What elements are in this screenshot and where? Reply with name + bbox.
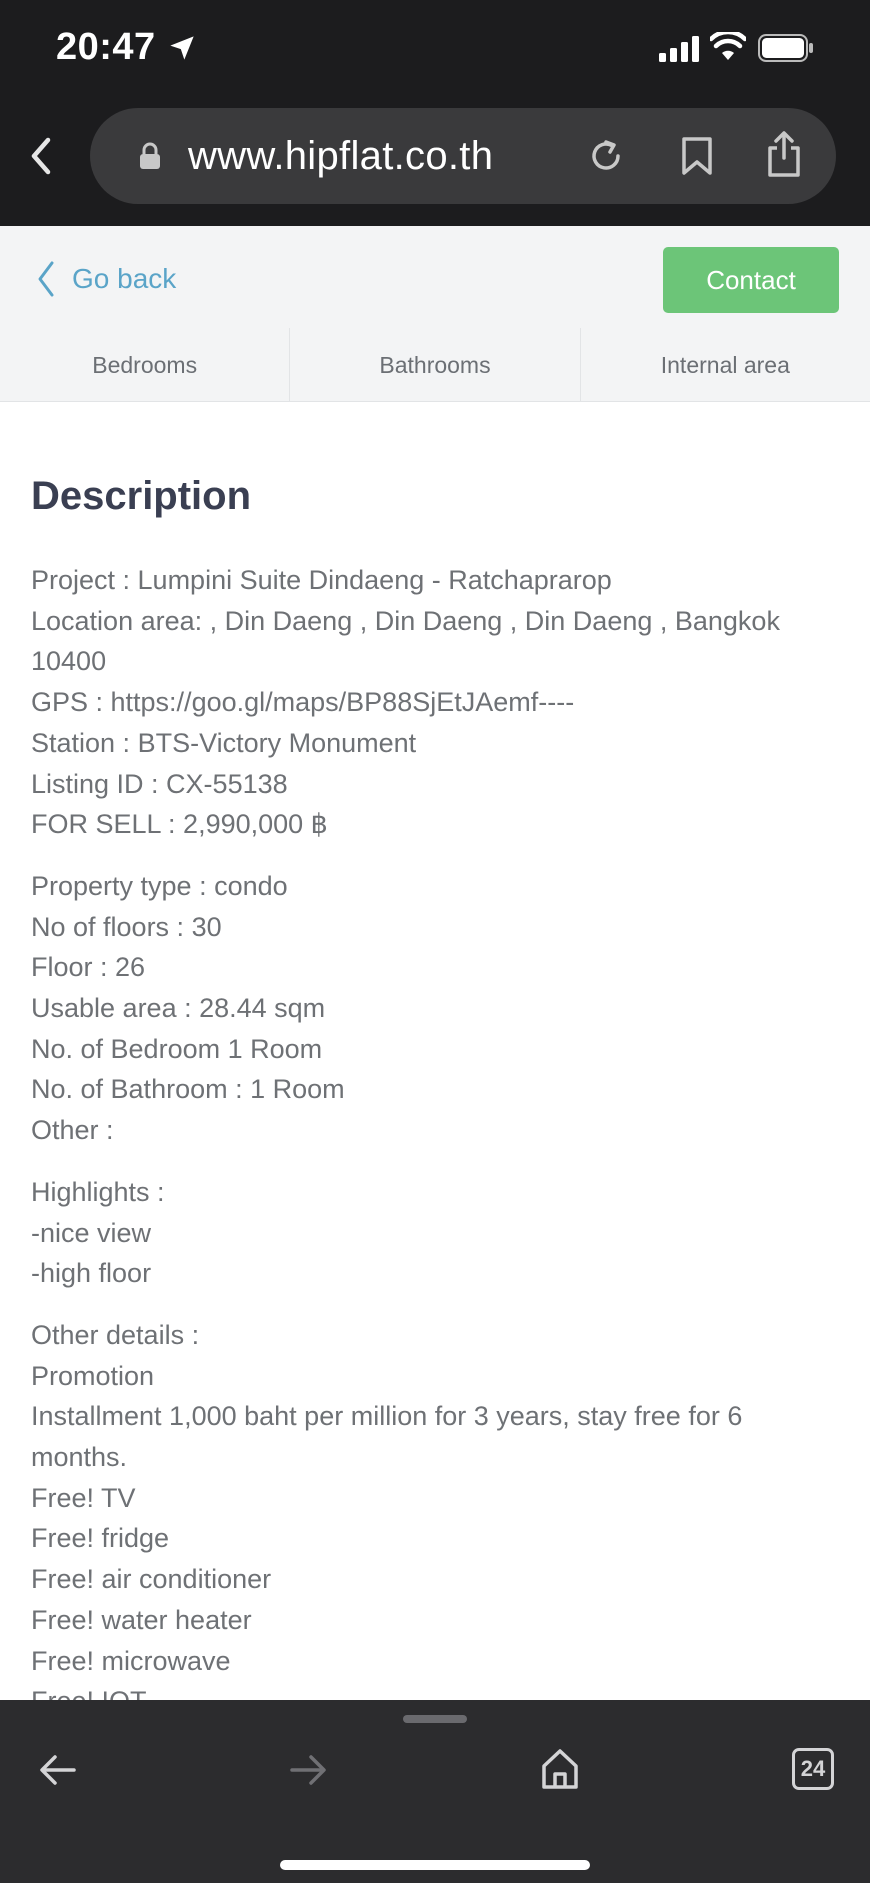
toolbar-grabber[interactable] bbox=[403, 1715, 467, 1723]
stat-bathrooms: Bathrooms bbox=[290, 328, 581, 402]
description-paragraph: Project : Lumpini Suite Dindaeng - Ratch… bbox=[31, 560, 841, 845]
description-line: Location area: , Din Daeng , Din Daeng ,… bbox=[31, 605, 780, 636]
description-line: -nice view bbox=[31, 1217, 152, 1248]
reload-icon[interactable] bbox=[586, 136, 626, 176]
description-line: FOR SELL : 2,990,000 ฿ bbox=[31, 809, 328, 840]
description-line: Station : BTS-Victory Monument bbox=[31, 727, 417, 758]
listing-header: Go back Contact Bedrooms Bathrooms Inter… bbox=[0, 226, 870, 402]
go-back-label[interactable]: Go back bbox=[72, 263, 176, 295]
description-line: Free! fridge bbox=[31, 1523, 170, 1554]
url-text[interactable]: www.hipflat.co.th bbox=[188, 134, 493, 179]
browser-back-chevron-icon[interactable] bbox=[26, 136, 58, 176]
description-paragraph: Other details : Promotion Installment 1,… bbox=[31, 1315, 841, 1702]
description-title: Description bbox=[31, 474, 252, 518]
chevron-left-icon bbox=[38, 261, 54, 297]
description-line: Installment 1,000 baht per million for 3… bbox=[31, 1401, 743, 1432]
description-line: Other details : bbox=[31, 1319, 200, 1350]
description-line: Floor : 26 bbox=[31, 952, 146, 983]
description-section: Description Project : Lumpini Suite Dind… bbox=[0, 402, 870, 1702]
stat-bedrooms: Bedrooms bbox=[0, 328, 291, 402]
description-line: Free! IOT bbox=[31, 1686, 147, 1702]
battery-icon bbox=[758, 34, 813, 62]
address-bar[interactable]: www.hipflat.co.th bbox=[90, 108, 836, 204]
description-line: Free! microwave bbox=[31, 1645, 231, 1676]
gps-link[interactable]: GPS : https://goo.gl/maps/BP88SjEtJAemf-… bbox=[31, 682, 841, 723]
browser-bottom-toolbar: 24 bbox=[0, 1700, 870, 1883]
lock-icon bbox=[140, 142, 160, 169]
wifi-icon bbox=[710, 32, 746, 60]
home-indicator bbox=[280, 1860, 590, 1870]
contact-button[interactable]: Contact bbox=[663, 247, 839, 313]
description-line: Listing ID : CX-55138 bbox=[31, 768, 288, 799]
description-line: No. of Bathroom : 1 Room bbox=[31, 1074, 345, 1105]
back-arrow-icon[interactable] bbox=[38, 1750, 78, 1790]
cellular-signal-icon bbox=[659, 36, 699, 62]
description-line: months. bbox=[31, 1442, 128, 1473]
location-arrow-icon bbox=[170, 36, 194, 60]
forward-arrow-icon[interactable] bbox=[288, 1750, 328, 1790]
description-line: Other : bbox=[31, 1115, 114, 1146]
property-stats-row: Bedrooms Bathrooms Internal area bbox=[0, 328, 870, 402]
tabs-button[interactable]: 24 bbox=[792, 1748, 834, 1790]
description-body: Project : Lumpini Suite Dindaeng - Ratch… bbox=[31, 560, 841, 1702]
description-line: 10400 bbox=[31, 646, 107, 677]
description-line: Highlights : bbox=[31, 1176, 165, 1207]
description-line: Usable area : 28.44 sqm bbox=[31, 993, 326, 1024]
browser-chrome: 20:47 www.hipflat.co.th bbox=[0, 0, 870, 226]
description-line: No of floors : 30 bbox=[31, 911, 222, 942]
description-line: Promotion bbox=[31, 1360, 155, 1391]
home-icon[interactable] bbox=[540, 1746, 580, 1790]
status-time: 20:47 bbox=[56, 26, 156, 68]
description-line: Project : Lumpini Suite Dindaeng - Ratch… bbox=[31, 565, 612, 595]
description-line: Free! water heater bbox=[31, 1604, 252, 1635]
go-back-link[interactable]: Go back bbox=[36, 260, 176, 298]
bookmark-icon[interactable] bbox=[680, 136, 714, 176]
description-line: Property type : condo bbox=[31, 870, 288, 901]
stat-internal-area: Internal area bbox=[660, 351, 790, 378]
status-bar: 20:47 bbox=[0, 0, 870, 100]
description-line: -high floor bbox=[31, 1258, 152, 1289]
share-icon[interactable] bbox=[766, 130, 802, 178]
description-paragraph: Property type : condo No of floors : 30 … bbox=[31, 866, 841, 1151]
description-line: Free! TV bbox=[31, 1482, 136, 1513]
description-line: No. of Bedroom 1 Room bbox=[31, 1033, 323, 1064]
description-line: Free! air conditioner bbox=[31, 1564, 272, 1595]
description-paragraph: Highlights : -nice view -high floor bbox=[31, 1172, 841, 1294]
